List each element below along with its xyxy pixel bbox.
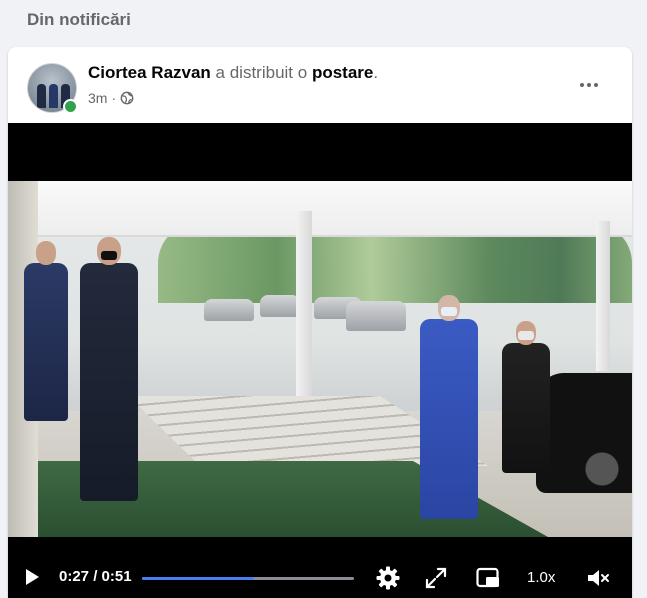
current-time: 0:27	[59, 568, 90, 585]
playback-speed[interactable]: 1.0x	[527, 569, 555, 586]
face-mask	[101, 251, 117, 260]
avatar-person-figure	[37, 84, 46, 108]
shared-post-link[interactable]: postare	[312, 63, 373, 82]
duration: 0:51	[101, 568, 132, 585]
post-header: Ciortea Razvan a distribuit o postare.	[88, 63, 378, 83]
more-options-icon-dot	[594, 83, 598, 87]
guest-figure-blue-suit	[420, 295, 478, 519]
time-separator: /	[89, 568, 102, 585]
canopy-pillar	[296, 211, 312, 401]
play-icon[interactable]	[22, 567, 42, 587]
section-title: Din notificări	[27, 10, 131, 29]
security-figure	[502, 321, 550, 473]
muted-volume-icon[interactable]	[585, 565, 611, 591]
canopy-pillar	[596, 221, 610, 371]
shared-post-card: Ciortea Razvan a distribuit o postare. 3…	[8, 47, 632, 598]
settings-gear-icon[interactable]	[375, 565, 401, 591]
online-status-indicator	[63, 99, 78, 114]
parked-car	[204, 299, 254, 321]
more-options-button[interactable]	[573, 71, 605, 99]
avatar-person-figure	[49, 84, 58, 108]
post-timestamp[interactable]: 3m	[88, 90, 107, 106]
face-mask	[518, 331, 534, 340]
parked-car	[260, 295, 300, 317]
fullscreen-icon[interactable]	[423, 565, 449, 591]
post-meta: 3m ·	[88, 90, 134, 106]
picture-in-picture-icon[interactable]	[475, 565, 501, 591]
video-frame	[8, 181, 632, 537]
share-action-text: a distribuit o	[210, 63, 312, 82]
face-mask	[441, 307, 457, 316]
globe-icon[interactable]	[120, 91, 134, 105]
more-options-icon-dot	[587, 83, 591, 87]
entrance-canopy	[8, 181, 632, 237]
photographer-figure	[24, 241, 68, 421]
progress-fill	[142, 577, 255, 580]
person-head	[36, 241, 56, 265]
video-player[interactable]: 0:27 / 0:51 1.0x	[8, 123, 632, 598]
parked-car	[346, 301, 406, 331]
video-controls: 0:27 / 0:51 1.0x	[8, 551, 632, 598]
more-options-icon-dot	[580, 83, 584, 87]
header-trailing-punctuation: .	[373, 63, 379, 82]
black-limousine	[536, 373, 632, 493]
author-name-link[interactable]: Ciortea Razvan	[88, 63, 211, 82]
host-figure	[80, 237, 138, 501]
meta-separator: ·	[111, 90, 117, 106]
time-display: 0:27 / 0:51	[59, 568, 132, 585]
progress-scrubber[interactable]	[142, 577, 354, 580]
